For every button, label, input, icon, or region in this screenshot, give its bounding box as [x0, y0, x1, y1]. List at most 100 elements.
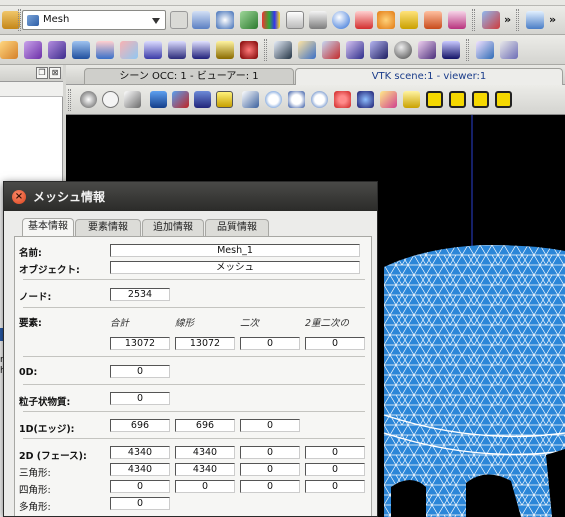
face-group-icon[interactable]: [346, 41, 364, 59]
front-view-icon[interactable]: [426, 91, 443, 108]
separator: [23, 356, 365, 357]
run-icon[interactable]: [526, 11, 544, 29]
mesh-info-icon[interactable]: [168, 41, 186, 59]
elements-quadratic: 0: [240, 337, 300, 350]
top-view-icon[interactable]: [472, 91, 489, 108]
toolbar-grip[interactable]: [68, 89, 71, 111]
molecule-icon[interactable]: [377, 11, 395, 29]
0d-total: 0: [110, 365, 170, 378]
2d-label: 2D (フェース):: [19, 451, 87, 462]
name-label: 名前:: [19, 248, 42, 259]
axis-icon[interactable]: [242, 91, 259, 108]
toolbar-grip[interactable]: [472, 9, 475, 31]
measure-icon[interactable]: [476, 41, 494, 59]
col-header-total: 合計: [110, 318, 130, 329]
object-field: メッシュ: [110, 261, 360, 274]
smesh-icon[interactable]: [240, 11, 258, 29]
tab-element-info[interactable]: 要素情報: [75, 219, 141, 236]
back-view-icon[interactable]: [449, 91, 466, 108]
dump-view-icon[interactable]: [80, 91, 97, 108]
compute-icon[interactable]: [72, 41, 90, 59]
report-icon[interactable]: [309, 11, 327, 29]
nodes-label: ノード:: [19, 292, 52, 303]
dump-icon[interactable]: [192, 41, 210, 59]
mesh-create-icon[interactable]: [0, 41, 18, 59]
sphere-icon[interactable]: [332, 11, 350, 29]
1d-linear: 696: [175, 419, 235, 432]
pan-icon[interactable]: [334, 91, 351, 108]
rotation-point-icon[interactable]: [102, 91, 119, 108]
epx-icon[interactable]: [448, 11, 466, 29]
edge-group-icon[interactable]: [322, 41, 340, 59]
1d-quadratic: 0: [240, 419, 300, 432]
close-icon[interactable]: ×: [12, 190, 26, 204]
submesh-icon[interactable]: [24, 41, 42, 59]
group-icon[interactable]: [274, 41, 292, 59]
overflow-chevron-icon-2[interactable]: »: [549, 13, 556, 26]
select-poly-icon[interactable]: [194, 91, 211, 108]
basic-info-panel: 名前: Mesh_1 オブジェクト: メッシュ ノード: 2534 要素: 合計…: [14, 236, 372, 516]
module-select[interactable]: Mesh: [22, 10, 166, 30]
cursor-select-icon[interactable]: [216, 91, 233, 108]
zoom-pan-icon[interactable]: [311, 91, 328, 108]
preview-icon[interactable]: [96, 41, 114, 59]
tab-occ-scene[interactable]: シーン OCC: 1 - ビューアー: 1: [84, 68, 294, 85]
bar-chart-icon[interactable]: [442, 41, 460, 59]
select-icon[interactable]: [150, 91, 167, 108]
filter-icon[interactable]: [418, 41, 436, 59]
toolbar-grip[interactable]: [264, 39, 267, 61]
rotate-icon[interactable]: [380, 91, 397, 108]
zoom-icon[interactable]: [265, 91, 282, 108]
triangles-quadratic: 0: [240, 463, 300, 476]
node-group-icon[interactable]: [298, 41, 316, 59]
mesh-model[interactable]: [383, 245, 565, 517]
volume-group-icon[interactable]: [370, 41, 388, 59]
navigate-icon[interactable]: [482, 11, 500, 29]
global-pan-icon[interactable]: [357, 91, 374, 108]
order-icon[interactable]: [144, 41, 162, 59]
overflow-chevron-icon[interactable]: »: [504, 13, 511, 26]
name-field: Mesh_1: [110, 244, 360, 257]
cube-icon[interactable]: [216, 41, 234, 59]
close-icon[interactable]: ⊠: [49, 67, 61, 79]
col-header-biquadratic: 2重二次の: [305, 318, 350, 329]
quadrangles-label: 四角形:: [19, 485, 51, 496]
toolbar-grip[interactable]: [466, 39, 469, 61]
paravis-icon[interactable]: [262, 11, 280, 29]
ball-group-icon[interactable]: [394, 41, 412, 59]
tab-vtk-scene[interactable]: VTK scene:1 - viewer:1: [295, 68, 563, 85]
dialog-title: メッシュ情報: [33, 190, 106, 204]
mesh-tool-icon[interactable]: [500, 41, 518, 59]
bottom-view-icon[interactable]: [495, 91, 512, 108]
2d-total: 4340: [110, 446, 170, 459]
triangles-label: 三角形:: [19, 468, 51, 479]
toolbar-grip[interactable]: [18, 9, 21, 31]
select-rect-icon[interactable]: [172, 91, 189, 108]
fem-icon[interactable]: [400, 11, 418, 29]
panel-header: ❐ ⊠: [0, 65, 63, 82]
spin-icon[interactable]: [403, 91, 420, 108]
download-icon[interactable]: [170, 11, 188, 29]
float-icon[interactable]: ❐: [36, 67, 48, 79]
dialog-title-bar[interactable]: × メッシュ情報: [4, 182, 377, 211]
tab-quality-info[interactable]: 品質情報: [205, 219, 269, 236]
mesh-module-icon: [27, 15, 39, 26]
geometry-icon[interactable]: [216, 11, 234, 29]
particles-label: 粒子状物質:: [19, 397, 71, 408]
tab-additional-info[interactable]: 追加情報: [142, 219, 204, 236]
arrow-red-icon[interactable]: [355, 11, 373, 29]
edit-mesh-icon[interactable]: [48, 41, 66, 59]
pmi-icon[interactable]: [424, 11, 442, 29]
module-select-value: Mesh: [43, 14, 70, 25]
evaluate-icon[interactable]: [120, 41, 138, 59]
viewer-toolbar: [66, 85, 565, 115]
toolbar-grip[interactable]: [516, 9, 519, 31]
zoom-window-icon[interactable]: [288, 91, 305, 108]
tab-basic-info[interactable]: 基本情報: [22, 218, 74, 237]
document-icon[interactable]: [286, 11, 304, 29]
aster-icon[interactable]: [192, 11, 210, 29]
trihedron-icon[interactable]: [124, 91, 141, 108]
nodes-field: 2534: [110, 288, 170, 301]
separator: [23, 279, 365, 280]
star-icon[interactable]: [240, 41, 258, 59]
